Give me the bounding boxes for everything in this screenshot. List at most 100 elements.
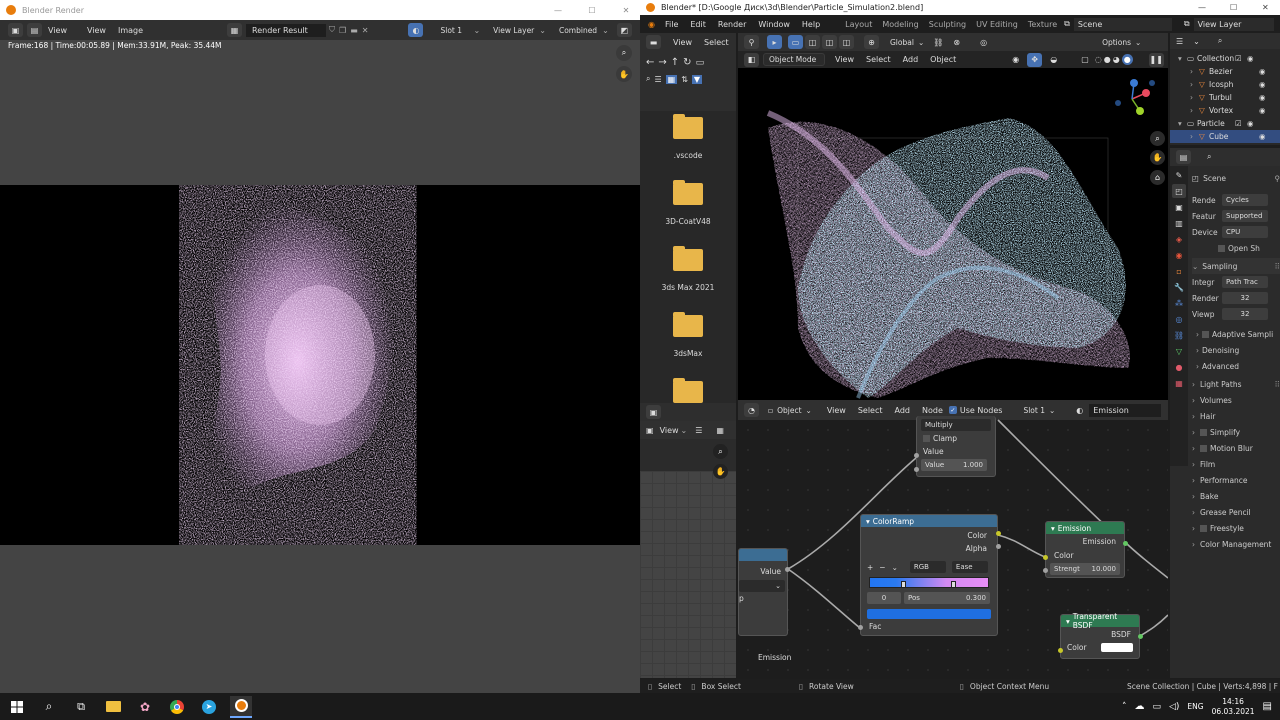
- chevron-right-icon[interactable]: ›: [1190, 93, 1199, 102]
- panel-header[interactable]: › Light Paths ⠿: [1192, 376, 1280, 392]
- snap-icon[interactable]: ⊗: [953, 38, 960, 47]
- modifier-tab-icon[interactable]: 🔧: [1172, 280, 1186, 294]
- checkbox[interactable]: [1200, 524, 1207, 532]
- new-folder-icon[interactable]: ▭: [696, 58, 705, 68]
- main-titlebar[interactable]: Blender* [D:\Google Диск\3d\Blender\Part…: [640, 0, 1280, 15]
- tab-sculpting[interactable]: Sculpting: [924, 20, 971, 29]
- stop-color-swatch[interactable]: [867, 609, 991, 619]
- chevron-right-icon[interactable]: ›: [1190, 132, 1199, 141]
- panel-header[interactable]: › Hair: [1192, 408, 1280, 424]
- eye-icon[interactable]: ◉: [1247, 119, 1254, 128]
- menu-add[interactable]: Add: [897, 55, 925, 64]
- menu-select[interactable]: Select: [860, 55, 897, 64]
- image-browse-icon[interactable]: ▦: [227, 23, 243, 37]
- panel-header[interactable]: › Simplify: [1192, 424, 1280, 440]
- mode-dropdown[interactable]: Object Mode: [763, 53, 825, 66]
- filter-icon[interactable]: ▼: [691, 74, 703, 84]
- fake-user-icon[interactable]: ⛉: [329, 25, 335, 35]
- integrator-dropdown[interactable]: Path Trac: [1222, 276, 1268, 288]
- zoom-icon[interactable]: ⌕: [616, 45, 632, 61]
- data-tab-icon[interactable]: ▽: [1172, 344, 1186, 358]
- color-mode-dropdown[interactable]: RGB: [909, 561, 946, 573]
- chevron-down-icon[interactable]: ▾: [1178, 119, 1187, 128]
- menu-select[interactable]: Select: [698, 38, 735, 47]
- outliner-item[interactable]: ▾ ▭ Particle ☑ ◉: [1170, 117, 1280, 130]
- output-tab-icon[interactable]: ▣: [1172, 200, 1186, 214]
- world-tab-icon[interactable]: ◉: [1172, 248, 1186, 262]
- clock[interactable]: 14:16 06.03.2021: [1212, 697, 1255, 717]
- open-shading-row[interactable]: Open Sh: [1192, 240, 1280, 256]
- menu-edit[interactable]: Edit: [684, 20, 712, 29]
- color-stop-handle[interactable]: [951, 581, 956, 588]
- chevron-right-icon[interactable]: ›: [1190, 106, 1199, 115]
- sort-icon[interactable]: ⇅: [681, 75, 688, 84]
- menu-view[interactable]: View: [42, 26, 73, 35]
- list-item[interactable]: 3D-CoatV48: [640, 179, 736, 245]
- eye-icon[interactable]: ◉: [1247, 54, 1254, 63]
- view-layer-dropdown[interactable]: View Layer: [488, 24, 539, 37]
- zoom-icon[interactable]: ⌕: [713, 444, 728, 459]
- socket-value[interactable]: [914, 467, 919, 472]
- editor-mode-icon[interactable]: ▤: [27, 23, 42, 37]
- socket-shader[interactable]: [1123, 541, 1128, 546]
- image-browse-icon[interactable]: ▦: [716, 426, 724, 435]
- outliner-item[interactable]: › ▽ Vortex ◉: [1170, 104, 1280, 117]
- socket-value[interactable]: [858, 625, 863, 630]
- chevron-down-icon[interactable]: ▾: [1051, 524, 1055, 533]
- checkbox[interactable]: [1200, 444, 1207, 452]
- outliner-item[interactable]: ▾ ▭ Collection ☑ ◉: [1170, 52, 1280, 65]
- parent-dir-icon[interactable]: ↑: [671, 57, 679, 68]
- uv-grid[interactable]: [640, 471, 736, 678]
- thumbnail-view-icon[interactable]: ▦: [665, 74, 678, 84]
- windows-start-icon[interactable]: [6, 696, 28, 718]
- editor-type-icon[interactable]: ▣: [8, 23, 23, 37]
- refresh-icon[interactable]: ↻: [683, 57, 691, 68]
- minimize-icon[interactable]: —: [552, 6, 564, 15]
- list-item[interactable]: 3dsMax: [640, 311, 736, 377]
- checkbox[interactable]: [1218, 244, 1225, 252]
- scene-tab-icon[interactable]: ◈: [1172, 232, 1186, 246]
- back-arrow-icon[interactable]: ←: [646, 57, 654, 68]
- editor-type-icon[interactable]: ▬: [646, 35, 661, 49]
- checkbox[interactable]: [1202, 330, 1209, 338]
- editor-type-icon[interactable]: ⚲: [744, 35, 759, 49]
- pan-hand-icon[interactable]: ✋: [713, 464, 728, 479]
- maximize-icon[interactable]: ☐: [1230, 3, 1237, 12]
- blender-taskbar-icon[interactable]: [230, 695, 252, 718]
- shading-wireframe-icon[interactable]: ◌: [1095, 55, 1102, 64]
- viewport-samples-field[interactable]: 32: [1222, 308, 1268, 320]
- shading-rendered-icon[interactable]: ●: [1121, 54, 1133, 65]
- search-icon[interactable]: ⌕: [1207, 152, 1211, 162]
- 3d-viewport[interactable]: ⚲ ▸ ▭ ◫ ◫ ◫ ⊕ Global ⌄ ⛓ ⊗ ◎ Options ⌄ ◧…: [738, 33, 1168, 400]
- minimize-icon[interactable]: —: [1198, 3, 1206, 12]
- pivot-icon[interactable]: ⊕: [864, 35, 879, 49]
- checkbox[interactable]: [923, 435, 930, 442]
- editor-type-icon[interactable]: ▣: [646, 426, 654, 435]
- panel-header[interactable]: › Color Management: [1192, 536, 1280, 552]
- select-mode-icon[interactable]: ◫: [822, 35, 837, 49]
- app-icon[interactable]: ✿: [134, 696, 156, 718]
- telegram-icon[interactable]: ➤: [198, 696, 220, 718]
- navigation-gizmo[interactable]: [1106, 71, 1166, 121]
- menu-window[interactable]: Window: [752, 20, 796, 29]
- visibility-icon[interactable]: ◉: [1012, 55, 1019, 64]
- select-mode-icon[interactable]: ◫: [805, 35, 820, 49]
- chrome-icon[interactable]: [166, 696, 188, 718]
- partial-dropdown[interactable]: ⌄: [739, 580, 785, 592]
- tab-layout[interactable]: Layout: [840, 20, 877, 29]
- list-item[interactable]: .vscode: [640, 113, 736, 179]
- add-stop-icon[interactable]: +: [867, 563, 873, 572]
- chevron-down-icon[interactable]: ▾: [1178, 54, 1187, 63]
- scene-field[interactable]: Scene: [1073, 17, 1172, 31]
- display-channels-icon[interactable]: ◐: [408, 23, 424, 37]
- view-layer-tab-icon[interactable]: ▥: [1172, 216, 1186, 230]
- drag-handle-icon[interactable]: ⠿: [1275, 380, 1280, 389]
- zoom-icon[interactable]: ⌕: [1150, 131, 1165, 146]
- panel-header[interactable]: › Film: [1192, 456, 1280, 472]
- pin-icon[interactable]: ⚲: [1275, 174, 1280, 183]
- eye-icon[interactable]: ◉: [1259, 132, 1266, 141]
- material-tab-icon[interactable]: ●: [1172, 360, 1186, 374]
- gizmo-icon[interactable]: ✥: [1027, 52, 1043, 67]
- device-dropdown[interactable]: CPU: [1222, 226, 1268, 238]
- sub-panel-adaptive[interactable]: › Adaptive Sampli: [1192, 326, 1280, 342]
